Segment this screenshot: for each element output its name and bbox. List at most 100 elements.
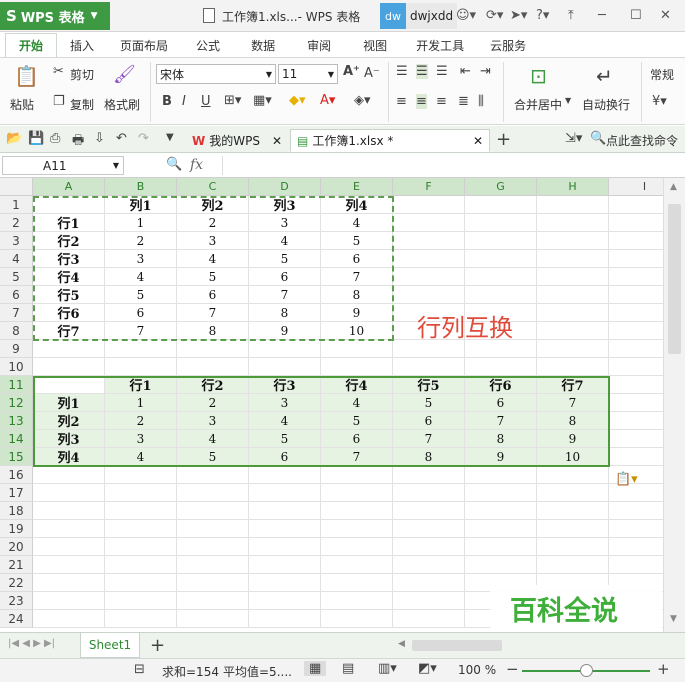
open-folder-icon[interactable]: 📂 — [6, 131, 22, 146]
paste-icon[interactable]: 📋 — [14, 64, 39, 88]
fill-color-icon[interactable]: ◆▾ — [289, 93, 306, 108]
row-header[interactable]: 16 — [0, 466, 33, 484]
align-top-icon[interactable]: ☰ — [396, 64, 408, 79]
cell[interactable] — [609, 304, 663, 322]
borders-icon[interactable]: ⊞▾ — [224, 93, 241, 108]
cell[interactable] — [177, 592, 249, 610]
row-header[interactable]: 4 — [0, 250, 33, 268]
cell[interactable] — [321, 484, 393, 502]
vertical-scrollbar[interactable]: ▲ ▼ — [663, 178, 685, 632]
cell[interactable] — [249, 502, 321, 520]
row-header[interactable]: 11 — [0, 376, 33, 394]
indent-decrease-icon[interactable]: ⇤ — [460, 64, 471, 79]
column-header-e[interactable]: E — [321, 178, 393, 196]
tab-insert[interactable]: 插入 — [57, 33, 107, 57]
row-header[interactable]: 24 — [0, 610, 33, 628]
row-header[interactable]: 1 — [0, 196, 33, 214]
cell[interactable] — [33, 484, 105, 502]
cell[interactable] — [465, 502, 537, 520]
cell[interactable] — [177, 484, 249, 502]
cell[interactable] — [537, 502, 609, 520]
skin-icon[interactable]: ☺▾ — [456, 8, 476, 23]
cell[interactable] — [609, 196, 663, 214]
cell[interactable] — [321, 610, 393, 628]
row-header[interactable]: 15 — [0, 448, 33, 466]
cell[interactable] — [465, 268, 537, 286]
cell[interactable] — [321, 556, 393, 574]
print-preview-icon[interactable]: ⎙ — [50, 131, 60, 146]
wrap-text-button[interactable]: 自动换行 — [582, 96, 630, 113]
cell[interactable] — [465, 196, 537, 214]
sync-icon[interactable]: ⟳▾ — [486, 8, 503, 23]
share-icon[interactable]: ➤▾ — [510, 8, 527, 23]
cell[interactable] — [177, 502, 249, 520]
search-command[interactable]: 点此查找命令 — [606, 132, 678, 149]
decrease-font-icon[interactable]: A⁻ — [364, 66, 380, 81]
close-icon[interactable]: ✕ — [660, 8, 671, 23]
cell[interactable] — [393, 538, 465, 556]
cell[interactable] — [249, 484, 321, 502]
row-header[interactable]: 12 — [0, 394, 33, 412]
cell[interactable] — [609, 538, 663, 556]
bold-icon[interactable]: B — [162, 94, 172, 109]
search-icon[interactable]: 🔍 — [590, 131, 606, 146]
row-header[interactable]: 20 — [0, 538, 33, 556]
format-painter-button[interactable]: 格式刷 — [104, 96, 140, 113]
row-header[interactable]: 23 — [0, 592, 33, 610]
cell[interactable] — [105, 484, 177, 502]
cell[interactable] — [609, 340, 663, 358]
redo-icon[interactable]: ↷ — [138, 131, 149, 146]
save-icon[interactable]: 💾 — [28, 131, 44, 146]
cell[interactable] — [609, 376, 663, 394]
scroll-thumb[interactable] — [668, 204, 681, 354]
add-sheet-icon[interactable]: + — [150, 635, 165, 656]
cell[interactable] — [393, 232, 465, 250]
cell[interactable] — [609, 412, 663, 430]
cell[interactable] — [321, 358, 393, 376]
column-header-b[interactable]: B — [105, 178, 177, 196]
tab-home[interactable]: 开始 — [5, 33, 58, 57]
cell[interactable] — [105, 556, 177, 574]
wrap-text-icon[interactable]: ↵ — [596, 64, 613, 88]
cell[interactable] — [177, 556, 249, 574]
cell[interactable] — [105, 538, 177, 556]
cell[interactable] — [537, 322, 609, 340]
merge-center-icon[interactable]: ⊡ — [530, 64, 547, 88]
row-header[interactable]: 5 — [0, 268, 33, 286]
copy-icon[interactable]: ❐ — [53, 94, 65, 109]
column-header-a[interactable]: A — [33, 178, 105, 196]
cell[interactable] — [537, 466, 609, 484]
cell[interactable] — [321, 502, 393, 520]
cell[interactable] — [465, 214, 537, 232]
cell[interactable] — [33, 574, 105, 592]
cell[interactable] — [393, 268, 465, 286]
row-header[interactable]: 17 — [0, 484, 33, 502]
user-account[interactable]: dw dwjxdd — [380, 3, 458, 29]
column-header-g[interactable]: G — [465, 178, 537, 196]
undo-icon[interactable]: ↶ — [116, 131, 127, 146]
tab-developer[interactable]: 开发工具 — [403, 33, 477, 57]
merge-center-button[interactable]: 合并居中 — [514, 96, 562, 113]
cell[interactable] — [393, 556, 465, 574]
close-icon[interactable]: ✕ — [473, 134, 483, 148]
scroll-down-icon[interactable]: ▼ — [670, 614, 677, 624]
underline-icon[interactable]: U — [201, 94, 211, 109]
column-header-c[interactable]: C — [177, 178, 249, 196]
cell[interactable] — [33, 592, 105, 610]
cell[interactable] — [105, 592, 177, 610]
cell[interactable] — [33, 520, 105, 538]
align-right-icon[interactable]: ≡ — [436, 94, 447, 109]
cell[interactable] — [465, 250, 537, 268]
cell[interactable] — [537, 340, 609, 358]
first-sheet-icon[interactable]: |◀ ◀ ▶ ▶| — [8, 638, 55, 649]
zoom-formula-icon[interactable]: 🔍 — [166, 157, 182, 172]
cell[interactable] — [393, 520, 465, 538]
tab-review[interactable]: 审阅 — [291, 33, 347, 57]
column-header-h[interactable]: H — [537, 178, 609, 196]
quick-access-dropdown-icon[interactable]: ▼ — [166, 132, 174, 143]
cell[interactable] — [249, 520, 321, 538]
tab-my-wps[interactable]: W 我的WPS ✕ — [186, 129, 288, 152]
cell[interactable] — [609, 232, 663, 250]
zoom-in-icon[interactable]: + — [657, 660, 670, 678]
cell[interactable] — [609, 358, 663, 376]
